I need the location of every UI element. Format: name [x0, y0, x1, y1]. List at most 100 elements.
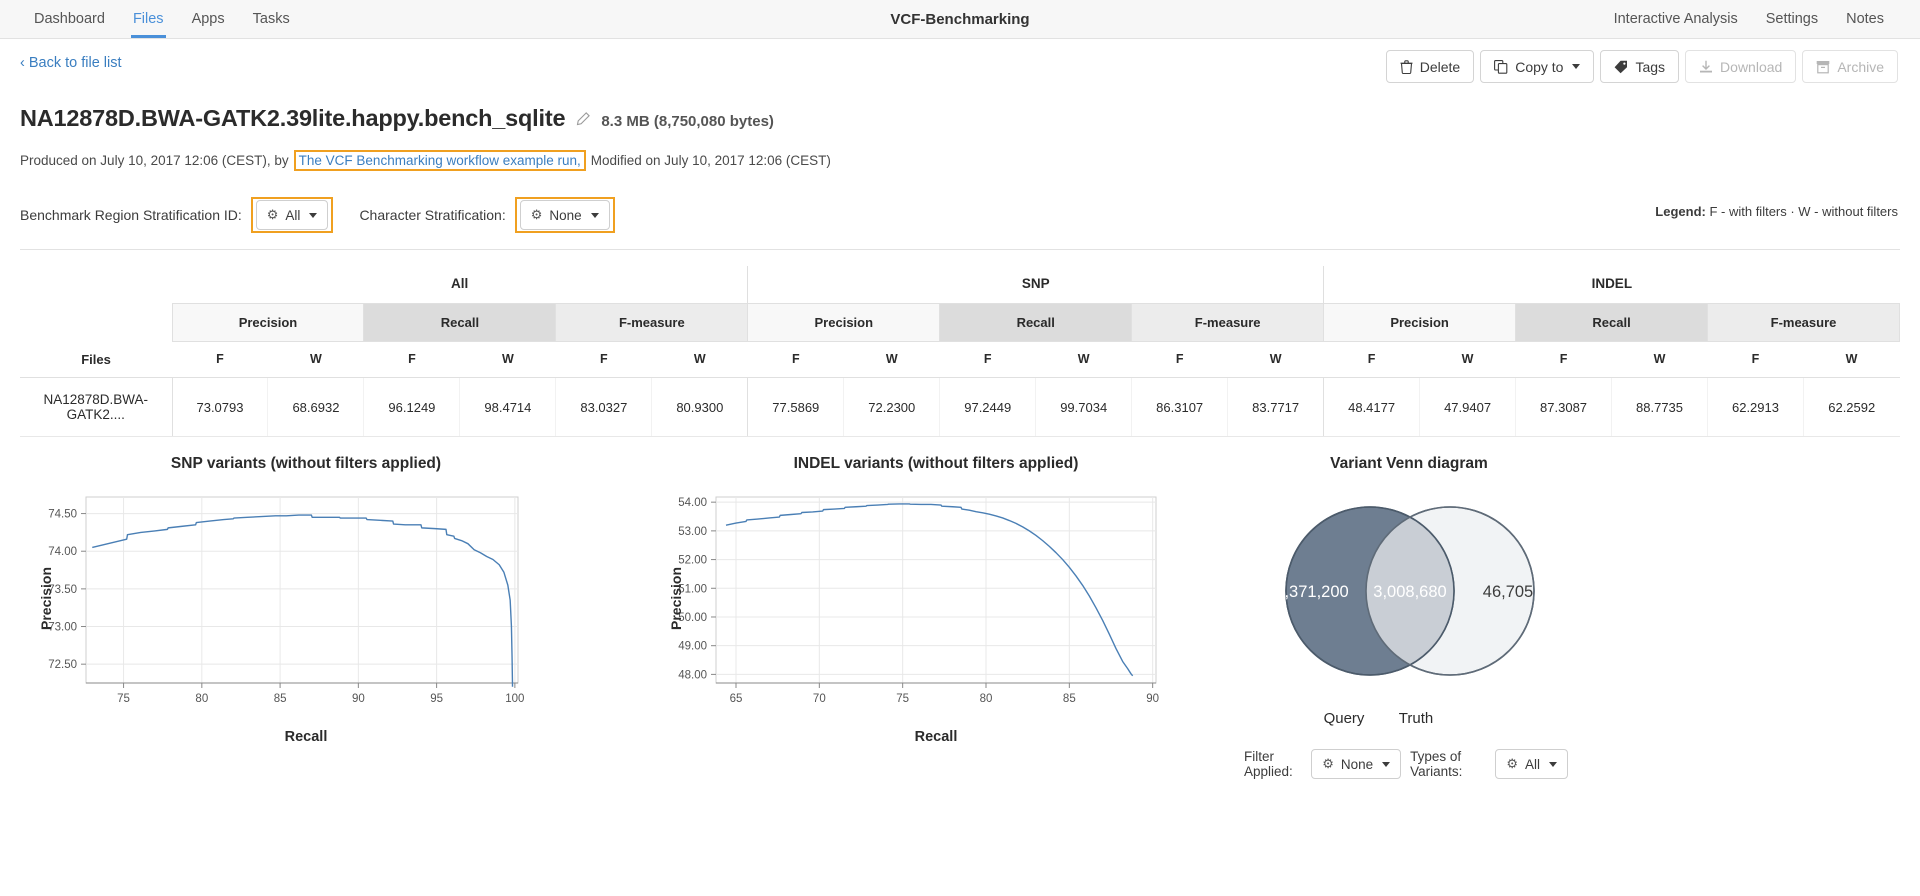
types-of-variants-label: Types of Variants: — [1410, 749, 1463, 779]
tags-button-label: Tags — [1635, 58, 1666, 75]
metrics-table: All SNP INDEL Precision Recall F-measure… — [20, 266, 1900, 437]
y-axis-tick-label: 48.00 — [678, 669, 707, 681]
subheader-snp-precision-f: F — [747, 341, 844, 378]
x-axis-tick-label: 75 — [896, 693, 909, 705]
venn-controls: Filter Applied: ⚙ None Types of Variants… — [1244, 749, 1574, 779]
delete-button[interactable]: Delete — [1385, 50, 1475, 83]
filter-applied-label: Filter Applied: — [1244, 749, 1293, 779]
copy-to-button-label: Copy to — [1515, 58, 1564, 75]
subheader-indel-precision-w: W — [1419, 341, 1516, 378]
legend: Legend: F - with filters · W - without f… — [1655, 204, 1898, 219]
download-icon — [1699, 60, 1713, 74]
produced-on-text: Produced on July 10, 2017 12:06 (CEST), … — [20, 153, 289, 168]
table-cell-value: 87.3087 — [1515, 377, 1613, 437]
workflow-run-link[interactable]: The VCF Benchmarking workflow example ru… — [299, 153, 581, 168]
nav-item-files[interactable]: Files — [119, 0, 178, 38]
venn-set-label-truth: Truth — [1399, 710, 1433, 727]
chevron-down-icon — [1549, 761, 1557, 767]
files-column-spacer — [20, 266, 172, 342]
snp-chart-block: SNP variants (without filters applied) P… — [16, 455, 596, 745]
file-metadata-row: Produced on July 10, 2017 12:06 (CEST), … — [20, 150, 1900, 171]
charts-section: SNP variants (without filters applied) P… — [0, 455, 1920, 779]
y-axis-tick-label: 72.50 — [48, 659, 77, 671]
x-axis-tick-label: 85 — [1063, 693, 1076, 705]
stratification-controls-row: Benchmark Region Stratification ID: ⚙ Al… — [0, 197, 1920, 233]
pencil-icon[interactable] — [576, 112, 591, 126]
filter-applied-value: None — [1340, 756, 1374, 772]
download-button: Download — [1685, 50, 1797, 83]
metrics-table-body: NA12878D.BWA-GATK2.... 73.0793 68.6932 96.1… — [20, 377, 1900, 437]
table-subheader-row: Files FWFWFWFWFWFWFWFWFW — [20, 341, 1900, 378]
character-dropdown-highlight: ⚙ None — [514, 197, 615, 233]
subheader-all-recall-w: W — [459, 341, 556, 378]
nav-item-interactive-analysis[interactable]: Interactive Analysis — [1600, 0, 1752, 38]
x-axis-tick-label: 70 — [813, 693, 826, 705]
chevron-down-icon — [309, 212, 318, 218]
nav-item-settings[interactable]: Settings — [1752, 0, 1832, 38]
nav-item-dashboard[interactable]: Dashboard — [20, 0, 119, 38]
benchmark-region-stratification-label: Benchmark Region Stratification ID: — [20, 207, 242, 223]
archive-icon — [1816, 60, 1830, 74]
table-group-header-row: All SNP INDEL — [20, 266, 1900, 342]
snp-chart-x-axis-label: Recall — [284, 729, 328, 745]
snp-chart-title: SNP variants (without filters applied) — [170, 455, 442, 472]
metric-header-all-precision: Precision — [171, 303, 365, 342]
x-axis-tick-label: 80 — [980, 693, 993, 705]
table-cell-value: 98.4714 — [459, 377, 557, 437]
subheader-all-f-measure-f: F — [555, 341, 652, 378]
back-to-file-list-link[interactable]: ‹ Back to file list — [20, 55, 122, 71]
benchmark-region-stratification-value: All — [285, 207, 301, 223]
snp-chart-plot: 72.5073.0073.5074.0074.5075 80 85 90 95 100 — [48, 496, 524, 705]
subheader-snp-recall-f: F — [939, 341, 1036, 378]
copy-to-button[interactable]: Copy to — [1480, 50, 1595, 83]
tags-button[interactable]: Tags — [1600, 50, 1680, 83]
indel-chart-title: INDEL variants (without filters applied) — [793, 455, 1079, 472]
subheader-indel-recall-w: W — [1611, 341, 1708, 378]
table-cell-value: 68.6932 — [267, 377, 365, 437]
table-cell-value: 97.2449 — [939, 377, 1037, 437]
top-navigation-bar: Dashboard Files Apps Tasks VCF-Benchmark… — [0, 0, 1920, 39]
indel-chart-block: INDEL variants (without filters applied)… — [646, 455, 1226, 745]
group-header-indel: INDEL — [1323, 266, 1900, 304]
x-axis-tick-label: 85 — [274, 693, 287, 705]
benchmark-region-stratification-dropdown[interactable]: ⚙ All — [255, 200, 329, 230]
subheader-indel-f-measure-w: W — [1803, 341, 1900, 378]
table-cell-value: 88.7735 — [1611, 377, 1708, 437]
indel-chart-y-axis-label: Precision — [668, 566, 684, 630]
filter-applied-dropdown[interactable]: ⚙ None — [1311, 749, 1402, 779]
metric-header-indel-recall: Recall — [1515, 303, 1708, 342]
venn-set-label-query: Query — [1324, 710, 1365, 727]
file-header: NA12878D.BWA-GATK2.39lite.happy.bench_sq… — [0, 95, 1920, 171]
archive-button: Archive — [1802, 50, 1898, 83]
nav-item-apps[interactable]: Apps — [178, 0, 239, 38]
types-of-variants-dropdown[interactable]: ⚙ All — [1495, 749, 1568, 779]
y-axis-tick-label: 53.00 — [678, 526, 707, 538]
nav-item-notes[interactable]: Notes — [1832, 0, 1898, 38]
venn-chart-title: Variant Venn diagram — [1330, 455, 1488, 472]
group-header-snp: SNP — [747, 266, 1325, 304]
modified-on-text: Modified on July 10, 2017 12:06 (CEST) — [590, 153, 831, 168]
types-of-variants-value: All — [1524, 756, 1540, 772]
x-axis-tick-label: 100 — [505, 693, 524, 705]
x-axis-tick-label: 80 — [195, 693, 208, 705]
nav-item-tasks[interactable]: Tasks — [239, 0, 304, 38]
venn-chart-block: Variant Venn diagram 1,371,200 3,008,680 4… — [1244, 455, 1574, 779]
table-cell-value: 62.2592 — [1803, 377, 1900, 437]
chevron-down-icon — [590, 212, 599, 218]
nav-left-group: Dashboard Files Apps Tasks — [0, 0, 304, 38]
metric-header-all-fmeasure: F-measure — [555, 303, 749, 342]
gear-icon: ⚙ — [530, 207, 543, 222]
table-cell-value: 99.7034 — [1035, 377, 1133, 437]
gear-icon: ⚙ — [266, 207, 279, 222]
table-cell-value: 80.9300 — [651, 377, 749, 437]
metric-header-indel-fmeasure: F-measure — [1707, 303, 1900, 342]
divider — [20, 249, 1900, 250]
legend-title: Legend: — [1655, 204, 1706, 219]
table-cell-value: 48.4177 — [1323, 377, 1421, 437]
table-row[interactable]: NA12878D.BWA-GATK2.... 73.0793 68.6932 96.1… — [20, 377, 1900, 437]
file-size: 8.3 MB (8,750,080 bytes) — [601, 113, 774, 130]
character-stratification-dropdown[interactable]: ⚙ None — [519, 200, 610, 230]
metric-header-indel-precision: Precision — [1323, 303, 1517, 342]
filename-row: NA12878D.BWA-GATK2.39lite.happy.bench_sq… — [20, 105, 1900, 132]
table-cell-value: 96.1249 — [363, 377, 461, 437]
